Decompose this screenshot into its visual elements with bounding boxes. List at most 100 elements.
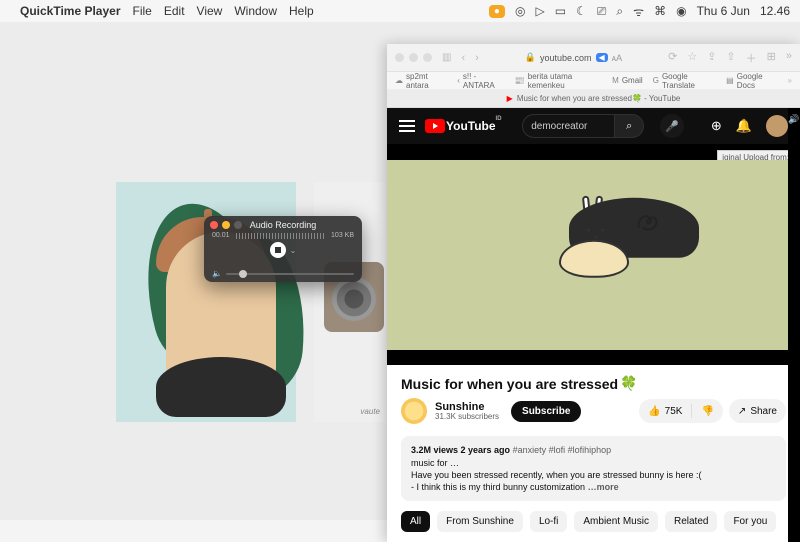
share-button[interactable]: ↗Share — [729, 399, 786, 423]
bunny-illustration — [559, 240, 629, 278]
reload-icon[interactable]: ⟳ — [668, 50, 677, 66]
wallpaper-caption: vaute — [360, 407, 380, 416]
search-input[interactable] — [522, 114, 614, 138]
forward-button-icon[interactable]: › — [475, 52, 479, 64]
chip-from-channel[interactable]: From Sunshine — [437, 511, 523, 532]
bookmarks-overflow-icon[interactable]: » — [788, 76, 792, 85]
chip-all[interactable]: All — [401, 511, 430, 532]
address-bar[interactable]: 🔒 youtube.com ◀︎ ᴀA — [525, 52, 622, 63]
quicktime-recording-panel[interactable]: Audio Recording 00.01 103 KB ⌄ 🔈 — [204, 216, 362, 282]
menubar-time[interactable]: 12.46 — [760, 4, 790, 18]
airdrop-icon[interactable]: ◎ — [515, 4, 525, 18]
chip-ambient[interactable]: Ambient Music — [574, 511, 658, 532]
input-volume-slider[interactable]: 🔈 — [212, 269, 354, 278]
like-button[interactable]: 👍75K — [639, 406, 691, 417]
stop-record-button[interactable] — [270, 242, 286, 258]
desc-stats: 3.2M views 2 years ago — [411, 445, 510, 455]
desc-line: Have you been stressed recently, when yo… — [411, 470, 702, 480]
overflow-icon[interactable]: » — [786, 50, 792, 66]
recording-status-row: 00.01 103 KB — [204, 232, 362, 239]
safari-window: ▥ ‹ › 🔒 youtube.com ◀︎ ᴀA ⟳ ☆ ⇪ ⇧ ＋ ⊞ » — [387, 44, 800, 542]
search-button[interactable]: ⌕ — [614, 114, 644, 138]
gmail-icon: M — [612, 76, 619, 85]
safari-tab[interactable]: ▶ Music for when you are stressed🍀 - You… — [387, 90, 800, 108]
window-traffic-lights[interactable] — [210, 221, 242, 229]
safari-traffic-lights[interactable] — [395, 53, 432, 62]
video-meta: Music for when you are stressed🍀 Sunshin… — [387, 365, 800, 428]
clover-emoji-icon: 🍀 — [620, 375, 637, 392]
chip-lofi[interactable]: Lo-fi — [530, 511, 567, 532]
cloud-icon: ☁︎ — [395, 76, 403, 85]
bookmark-item[interactable]: MGmail — [612, 76, 643, 85]
battery-icon[interactable]: ▭ — [555, 4, 566, 18]
siri-icon[interactable]: ◉ — [676, 4, 686, 18]
channel-avatar[interactable] — [401, 398, 427, 424]
translate-icon: G — [653, 76, 659, 85]
account-avatar[interactable] — [766, 115, 788, 137]
menu-edit[interactable]: Edit — [164, 4, 185, 18]
share-icon[interactable]: ⇧ — [726, 50, 735, 66]
bookmark-icon[interactable]: ☆ — [687, 50, 697, 66]
screen-mirroring-icon[interactable]: ⎚ — [597, 4, 607, 19]
search-form: ⌕ — [522, 114, 644, 138]
icloud-tabs-icon[interactable]: ⇪ — [707, 50, 716, 66]
now-playing-icon[interactable]: ▷ — [535, 4, 544, 18]
spotlight-icon[interactable]: ⌕ — [616, 4, 623, 19]
youtube-logo[interactable]: YouTube ID — [425, 119, 496, 133]
like-dislike-pill: 👍75K 👎 — [639, 399, 723, 423]
channel-subs: 31.3K subscribers — [435, 413, 499, 422]
youtube-play-icon — [425, 119, 445, 133]
camera-lens-illustration — [332, 277, 376, 321]
menu-file[interactable]: File — [133, 4, 152, 18]
bookmark-item[interactable]: ▤Google Docs — [726, 72, 777, 90]
url-domain: youtube.com — [540, 53, 592, 63]
reader-icon[interactable]: ᴀA — [612, 53, 622, 63]
menu-help[interactable]: Help — [289, 4, 314, 18]
video-player[interactable] — [387, 144, 800, 365]
youtube-brand-text: YouTube — [446, 119, 496, 133]
sidebar-toggle-icon[interactable]: ▥ — [442, 52, 451, 63]
screen-record-indicator-icon[interactable]: ● — [489, 5, 505, 18]
bookmark-item[interactable]: GGoogle Translate — [653, 72, 716, 90]
channel-info[interactable]: Sunshine 31.3K subscribers — [435, 401, 499, 422]
tab-audio-badge[interactable]: ◀︎ — [596, 53, 608, 62]
menubar-date[interactable]: Thu 6 Jun — [697, 4, 750, 18]
focus-icon[interactable]: ☾ — [576, 4, 587, 18]
back-button-icon[interactable]: ‹ — [461, 52, 465, 64]
app-name[interactable]: QuickTime Player — [20, 4, 121, 18]
bookmark-item[interactable]: 📰berita utama kemenkeu — [515, 72, 602, 90]
new-tab-icon[interactable]: ＋ — [746, 50, 757, 66]
filter-chip-row: All From Sunshine Lo-fi Ambient Music Re… — [387, 501, 800, 542]
subscribe-button[interactable]: Subscribe — [511, 401, 581, 422]
search-icon: ⌕ — [626, 120, 632, 133]
video-description[interactable]: 3.2M views 2 years ago #anxiety #lofi #l… — [401, 436, 786, 501]
desc-line: - I think this is my third bunny customi… — [411, 482, 585, 492]
create-button-icon[interactable]: ⊕ — [711, 118, 722, 134]
chip-for-you[interactable]: For you — [724, 511, 776, 532]
hamburger-menu-icon[interactable] — [399, 120, 415, 132]
safari-toolbar: ▥ ‹ › 🔒 youtube.com ◀︎ ᴀA ⟳ ☆ ⇪ ⇧ ＋ ⊞ » — [387, 44, 800, 72]
wifi-icon[interactable]: ᯤ — [633, 3, 644, 20]
notifications-icon[interactable]: 🔔 — [736, 118, 752, 134]
control-center-icon[interactable]: ⌘ — [654, 4, 666, 18]
lock-icon: 🔒 — [525, 52, 536, 63]
youtube-page: YouTube ID ⌕ 🎤 ⊕ 🔔 iginal Upload from: — [387, 108, 800, 542]
menu-view[interactable]: View — [197, 4, 223, 18]
share-icon: ↗ — [738, 406, 746, 417]
menu-window[interactable]: Window — [234, 4, 277, 18]
safari-bookmarks-bar: ☁︎sp2mt antara ‹s!! - ANTARA 📰berita uta… — [387, 72, 800, 90]
video-title: Music for when you are stressed🍀 — [401, 375, 786, 392]
like-count: 75K — [665, 406, 683, 417]
volume-icon: 🔈 — [212, 269, 222, 278]
bookmark-item[interactable]: ☁︎sp2mt antara — [395, 72, 447, 90]
tab-overview-icon[interactable]: ⊞ — [767, 50, 776, 66]
chip-related[interactable]: Related — [665, 511, 717, 532]
bookmark-item[interactable]: ‹s!! - ANTARA — [457, 72, 505, 90]
dislike-button[interactable]: 👎 — [692, 406, 722, 417]
menubar-status-right: ● ◎ ▷ ▭ ☾ ⎚ ⌕ ᯤ ⌘ ◉ Thu 6 Jun 12.46 — [489, 3, 790, 20]
desc-more-button[interactable]: …more — [588, 482, 619, 492]
voice-search-button[interactable]: 🎤 — [660, 114, 684, 138]
site-icon: ‹ — [457, 76, 460, 85]
desc-tags: #anxiety #lofi #lofihiphop — [513, 445, 612, 455]
record-options-chevron-icon[interactable]: ⌄ — [290, 246, 297, 255]
